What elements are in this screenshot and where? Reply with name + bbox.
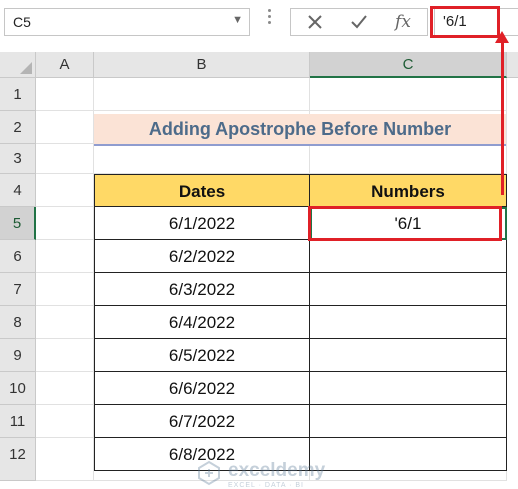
column-header-d[interactable]	[507, 52, 518, 78]
check-icon[interactable]	[339, 9, 379, 35]
row-header-6[interactable]: 6	[0, 240, 36, 273]
table-cell-number[interactable]	[310, 306, 507, 339]
watermark-name: exceldemy	[228, 460, 326, 481]
grid-cell[interactable]	[36, 144, 94, 174]
row-header-1[interactable]: 1	[0, 78, 36, 111]
table-cell-date[interactable]: 6/4/2022	[94, 306, 310, 339]
column-header-b[interactable]: B	[94, 52, 310, 78]
row-header-9[interactable]: 9	[0, 339, 36, 372]
table-cell-number[interactable]	[310, 438, 507, 471]
grid-cell[interactable]	[36, 240, 94, 273]
insert-function-button[interactable]: fx	[383, 9, 423, 35]
table-header-dates[interactable]: Dates	[94, 174, 310, 207]
drag-handle-icon[interactable]	[262, 6, 276, 36]
row-header-10[interactable]: 10	[0, 372, 36, 405]
column-header-c[interactable]: C	[310, 52, 507, 78]
x-icon[interactable]	[295, 9, 335, 35]
grid-cell[interactable]	[36, 438, 94, 481]
column-header-a[interactable]: A	[36, 52, 94, 78]
row-header-11[interactable]: 11	[0, 405, 36, 438]
page-title: Adding Apostrophe Before Number	[148, 119, 452, 139]
table-cell-number[interactable]	[310, 372, 507, 405]
table-cell-date[interactable]: 6/6/2022	[94, 372, 310, 405]
row-header-4[interactable]: 4	[0, 174, 36, 207]
title-underline	[94, 144, 506, 146]
name-box-value: C5	[13, 14, 31, 30]
formula-buttons: fx	[290, 8, 428, 36]
row-header-12[interactable]: 12	[0, 438, 36, 481]
watermark-tagline: EXCEL · DATA · BI	[228, 482, 304, 489]
grid-cell[interactable]	[36, 405, 94, 438]
select-all-button[interactable]	[0, 52, 36, 78]
row-header-5[interactable]: 5	[0, 207, 36, 240]
table-cell-date[interactable]: 6/3/2022	[94, 273, 310, 306]
grid-cell[interactable]	[94, 144, 310, 174]
table-cell-date[interactable]: 6/2/2022	[94, 240, 310, 273]
arrow-up-icon	[495, 31, 509, 43]
table-cell-date[interactable]: 6/7/2022	[94, 405, 310, 438]
grid-cell[interactable]	[36, 339, 94, 372]
grid-cell[interactable]	[36, 273, 94, 306]
row-header-7[interactable]: 7	[0, 273, 36, 306]
arrow-line	[501, 40, 504, 195]
highlight-box-cell	[308, 206, 502, 241]
row-header-8[interactable]: 8	[0, 306, 36, 339]
chevron-down-icon[interactable]: ▼	[232, 14, 243, 26]
grid-cell[interactable]	[36, 78, 94, 111]
highlight-box-formula	[430, 6, 500, 38]
table-cell-number[interactable]	[310, 339, 507, 372]
table-cell-number[interactable]	[310, 273, 507, 306]
grid-cell[interactable]	[36, 174, 94, 207]
row-header-3[interactable]: 3	[0, 144, 36, 174]
table-cell-number[interactable]	[310, 240, 507, 273]
grid-cell[interactable]	[310, 144, 507, 174]
grid-cell[interactable]	[36, 372, 94, 405]
name-box[interactable]: C5 ▼	[4, 8, 250, 36]
grid-cell[interactable]	[36, 207, 94, 240]
grid-cell[interactable]	[36, 306, 94, 339]
grid-cell[interactable]	[94, 78, 310, 111]
row-header-2[interactable]: 2	[0, 111, 36, 144]
grid-cell[interactable]	[310, 78, 507, 111]
table-cell-date[interactable]: 6/5/2022	[94, 339, 310, 372]
grid-cell[interactable]	[36, 111, 94, 144]
exceldemy-logo-icon	[198, 460, 220, 486]
table-header-numbers[interactable]: Numbers	[310, 174, 507, 207]
table-cell-number[interactable]	[310, 405, 507, 438]
fx-icon: fx	[395, 12, 411, 32]
formula-bar: C5 ▼ fx '6/1	[0, 0, 518, 52]
table-cell-date[interactable]: 6/1/2022	[94, 207, 310, 240]
